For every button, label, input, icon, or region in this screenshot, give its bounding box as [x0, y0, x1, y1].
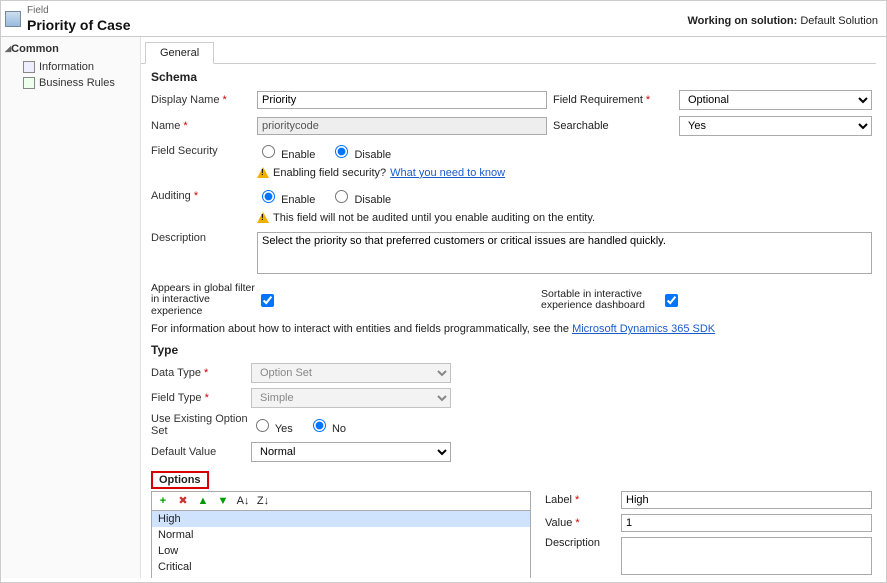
label-appears-global-filter: Appears in global filter in interactive …: [151, 283, 257, 318]
warning-field-security: Enabling field security? What you need t…: [257, 167, 872, 179]
link-fs-learn-more[interactable]: What you need to know: [390, 167, 505, 179]
section-type: Type: [151, 343, 872, 357]
label-display-name: Display Name: [151, 94, 251, 106]
options-toolbar: + ✖ ▲ ▼ A↓ Z↓: [151, 491, 531, 510]
label-default-value: Default Value: [151, 446, 251, 458]
label-description: Description: [151, 232, 251, 244]
label-name: Name: [151, 120, 251, 132]
label-option-description: Description: [545, 537, 615, 549]
tab-general[interactable]: General: [145, 42, 214, 64]
sort-asc-icon[interactable]: A↓: [236, 494, 250, 508]
warning-auditing: This field will not be audited until you…: [257, 212, 872, 224]
solution-indicator: Working on solution: Default Solution: [687, 15, 878, 27]
sort-desc-icon[interactable]: Z↓: [256, 494, 270, 508]
select-searchable[interactable]: Yes: [679, 116, 872, 136]
label-option-value: Value: [545, 517, 615, 529]
textarea-description[interactable]: Select the priority so that preferred cu…: [257, 232, 872, 274]
radio-audit-disable[interactable]: Disable: [330, 194, 391, 206]
sidebar-item-business-rules[interactable]: Business Rules: [5, 75, 136, 91]
field-icon: [5, 11, 21, 27]
input-option-value[interactable]: [621, 514, 872, 532]
label-sortable-dashboard: Sortable in interactive experience dashb…: [541, 289, 661, 312]
warning-icon: [257, 212, 269, 223]
label-field-security: Field Security: [151, 145, 251, 157]
checkbox-sortable-dashboard[interactable]: [665, 294, 678, 307]
breadcrumb: Field: [27, 5, 130, 17]
warning-icon: [257, 167, 269, 178]
option-item[interactable]: High: [152, 511, 530, 527]
radio-audit-enable[interactable]: Enable: [257, 194, 315, 206]
input-display-name[interactable]: [257, 91, 547, 109]
header: Field Priority of Case Working on soluti…: [1, 1, 886, 37]
select-default-value[interactable]: Normal: [251, 442, 451, 462]
input-option-label[interactable]: [621, 491, 872, 509]
label-use-existing: Use Existing Option Set: [151, 413, 251, 437]
info-icon: [23, 61, 35, 73]
label-field-type: Field Type: [151, 392, 251, 404]
label-option-label: Label: [545, 494, 615, 506]
select-field-type: Simple: [251, 388, 451, 408]
add-option-icon[interactable]: +: [156, 494, 170, 508]
option-item[interactable]: Critical: [152, 559, 530, 575]
label-searchable: Searchable: [553, 120, 673, 132]
page-title: Priority of Case: [27, 17, 130, 34]
rules-icon: [23, 77, 35, 89]
radio-fs-disable[interactable]: Disable: [330, 149, 391, 161]
move-down-icon[interactable]: ▼: [216, 494, 230, 508]
select-data-type: Option Set: [251, 363, 451, 383]
label-field-requirement: Field Requirement: [553, 94, 673, 106]
sidebar-group-common[interactable]: Common: [5, 43, 136, 55]
option-item[interactable]: Low: [152, 543, 530, 559]
sidebar-item-information[interactable]: Information: [5, 59, 136, 75]
radio-fs-enable[interactable]: Enable: [257, 149, 315, 161]
option-item[interactable]: Normal: [152, 527, 530, 543]
label-auditing: Auditing: [151, 190, 251, 202]
radio-existing-yes[interactable]: Yes: [251, 423, 293, 435]
sidebar-item-label: Business Rules: [39, 77, 115, 89]
input-name: [257, 117, 547, 135]
label-data-type: Data Type: [151, 367, 251, 379]
sdk-info-line: For information about how to interact wi…: [151, 323, 872, 335]
section-schema: Schema: [151, 70, 872, 84]
link-sdk[interactable]: Microsoft Dynamics 365 SDK: [572, 323, 715, 335]
options-list[interactable]: High Normal Low Critical: [151, 510, 531, 577]
section-options: Options: [151, 471, 209, 489]
sidebar: Common Information Business Rules: [1, 37, 141, 578]
move-up-icon[interactable]: ▲: [196, 494, 210, 508]
select-field-requirement[interactable]: Optional: [679, 90, 872, 110]
tab-bar: General: [141, 41, 876, 64]
sidebar-item-label: Information: [39, 61, 94, 73]
radio-existing-no[interactable]: No: [308, 423, 346, 435]
delete-option-icon[interactable]: ✖: [176, 494, 190, 508]
textarea-option-description[interactable]: [621, 537, 872, 575]
checkbox-appears-global-filter[interactable]: [261, 294, 274, 307]
